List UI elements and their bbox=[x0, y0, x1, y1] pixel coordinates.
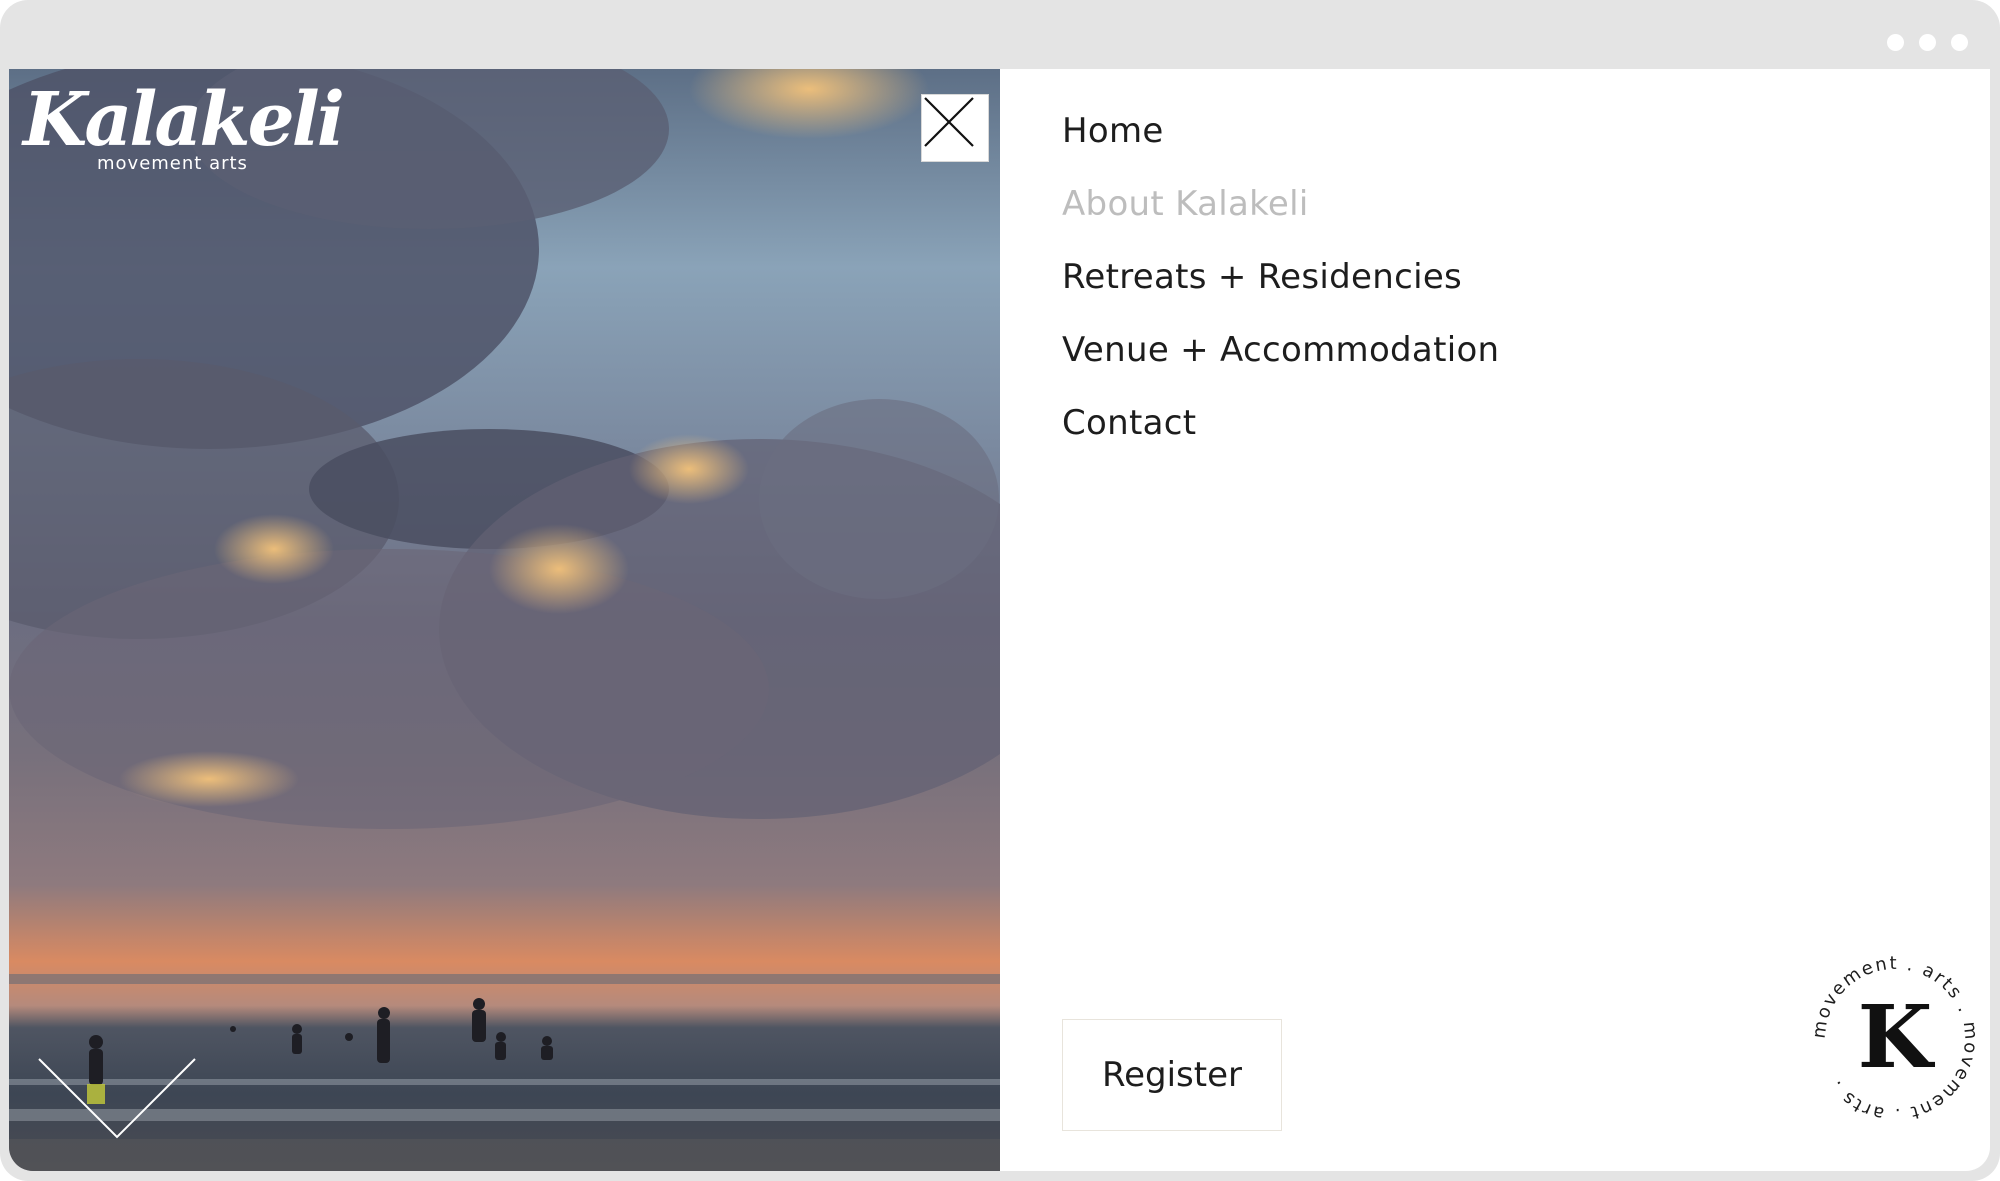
chevron-down-icon bbox=[38, 1058, 196, 1139]
close-icon bbox=[924, 97, 974, 147]
hero-photo: Kalakeli movement arts bbox=[9, 69, 1000, 1171]
close-menu-button[interactable] bbox=[921, 94, 989, 162]
badge-letter: K bbox=[1858, 987, 1936, 1088]
brand-logo[interactable]: Kalakeli movement arts bbox=[23, 77, 345, 174]
nav-item-about[interactable]: About Kalakeli bbox=[1062, 182, 1499, 226]
browser-frame: Kalakeli movement arts Home About Kalake… bbox=[0, 0, 2000, 1181]
window-dot[interactable] bbox=[1887, 34, 1904, 51]
brand-wordmark: Kalakeli bbox=[23, 77, 345, 163]
register-button[interactable]: Register bbox=[1062, 1019, 1282, 1131]
nav-item-contact[interactable]: Contact bbox=[1062, 401, 1499, 445]
nav-item-retreats[interactable]: Retreats + Residencies bbox=[1062, 255, 1499, 299]
window-dot[interactable] bbox=[1919, 34, 1936, 51]
sunset-beach-image bbox=[9, 69, 1000, 1171]
nav-item-home[interactable]: Home bbox=[1062, 109, 1499, 153]
window-controls bbox=[1887, 34, 1968, 51]
nav-item-venue[interactable]: Venue + Accommodation bbox=[1062, 328, 1499, 372]
main-navigation: Home About Kalakeli Retreats + Residenci… bbox=[1062, 109, 1499, 474]
badge-emblem: movement . arts . movement . arts . K bbox=[1808, 953, 1979, 1125]
page-viewport: Kalakeli movement arts Home About Kalake… bbox=[9, 69, 1990, 1171]
brand-badge: movement . arts . movement . arts . K bbox=[1805, 949, 1985, 1129]
window-dot[interactable] bbox=[1951, 34, 1968, 51]
